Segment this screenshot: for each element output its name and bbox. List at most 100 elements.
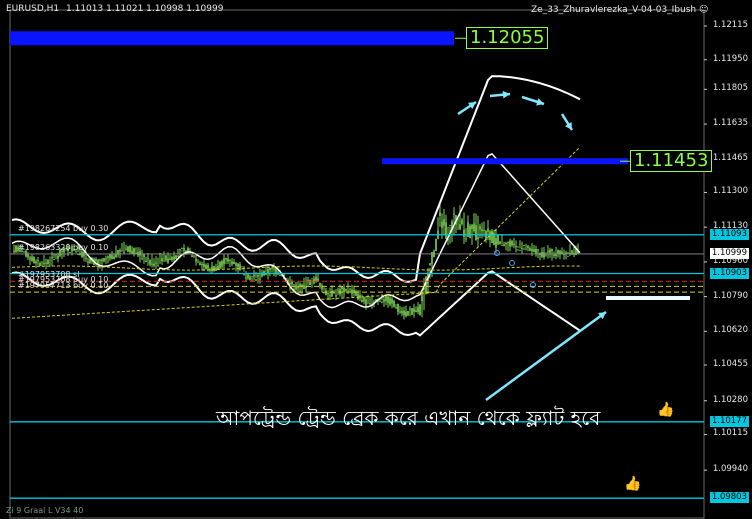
- candle-body: [415, 310, 417, 313]
- thumbs-up-icon: 👍: [624, 476, 642, 492]
- candle-body: [567, 255, 569, 257]
- candle-body: [255, 279, 257, 281]
- candle-body: [175, 255, 177, 260]
- candle-body: [147, 258, 149, 260]
- candle-body: [383, 299, 385, 302]
- candle-body: [543, 252, 545, 258]
- candle-body: [291, 281, 293, 285]
- candle-body: [515, 246, 517, 248]
- candle-body: [253, 274, 255, 277]
- candle-body: [479, 226, 481, 230]
- candle-body: [249, 276, 251, 280]
- candle-body: [237, 263, 239, 268]
- candle-body: [559, 250, 561, 255]
- candle-body: [163, 260, 165, 262]
- thumbs-up-icon: 👍: [657, 402, 675, 418]
- candle-body: [571, 250, 573, 254]
- axis-tick-label: 1.11300: [712, 186, 748, 197]
- candle-body: [299, 283, 301, 286]
- candle-body: [269, 268, 271, 271]
- candle-body: [495, 238, 497, 248]
- candle-body: [203, 263, 205, 267]
- candle-body: [435, 238, 437, 252]
- candle-body: [95, 259, 97, 262]
- moving-average-dashed: [11, 265, 581, 271]
- axis-tick-label: 1.12115: [712, 20, 748, 31]
- candle-body: [509, 240, 511, 247]
- candle-body: [241, 266, 243, 268]
- candle-body: [501, 244, 503, 246]
- candle-body: [505, 243, 507, 245]
- candle-body: [411, 308, 413, 315]
- candle-body: [179, 248, 181, 250]
- price-tag: 1.10903: [709, 267, 749, 279]
- candle-body: [183, 247, 185, 251]
- candle-body: [369, 303, 371, 305]
- candle-body: [507, 241, 509, 244]
- candle-body: [365, 299, 367, 306]
- order-label: #197957713 buy 0.10: [18, 281, 109, 291]
- candle-body: [399, 311, 401, 313]
- candle-body: [213, 265, 215, 272]
- axis-tick-label: 1.10620: [712, 325, 748, 336]
- candle-body: [413, 308, 415, 312]
- axis-tick-label: 1.10455: [712, 359, 748, 370]
- candle-body: [207, 265, 209, 269]
- candle-body: [85, 257, 87, 259]
- candle-body: [151, 263, 153, 265]
- candle-body: [513, 243, 515, 246]
- candle-body: [105, 258, 107, 260]
- order-label: #198263320 buy 0.10: [18, 242, 109, 252]
- candle-body: [357, 293, 359, 300]
- candle-body: [219, 262, 221, 269]
- indicator-header: Ze_33_Zhuravlerezka_V-04-03_Ibush ☺: [531, 5, 708, 15]
- price-tag: 1.09803: [709, 492, 749, 504]
- candle-body: [327, 293, 329, 295]
- arrow-right-icon-head: [502, 90, 510, 99]
- candle-body: [173, 256, 175, 260]
- candle-body: [49, 256, 51, 258]
- candle-body: [53, 258, 55, 260]
- candle-body: [193, 255, 195, 257]
- candle-body: [545, 255, 547, 257]
- candle-body: [231, 261, 233, 265]
- candle-body: [325, 290, 327, 296]
- candle-body: [201, 263, 203, 265]
- candle-body: [149, 259, 151, 265]
- candle-body: [107, 256, 109, 258]
- order-label: #198267254 buy 0.30: [18, 223, 109, 233]
- candle-body: [109, 254, 111, 259]
- candle-body: [111, 255, 113, 260]
- candle-body: [27, 254, 29, 258]
- candle-body: [229, 259, 231, 261]
- candle-body: [503, 244, 505, 247]
- candle-body: [449, 224, 451, 226]
- axis-tick-label: 1.10280: [712, 394, 748, 405]
- candle-body: [337, 289, 339, 291]
- candle-body: [41, 261, 43, 263]
- candle-body: [395, 307, 397, 309]
- candle-body: [139, 251, 141, 256]
- candle-body: [47, 259, 49, 265]
- candle-body: [473, 223, 475, 232]
- price-chart[interactable]: [0, 0, 752, 519]
- candle-body: [133, 247, 135, 255]
- candle-body: [465, 238, 467, 240]
- candle-body: [243, 274, 245, 276]
- candle-body: [551, 249, 553, 252]
- candle-body: [417, 307, 419, 313]
- chart-window[interactable]: EURUSD,H1 1.11013 1.11021 1.10998 1.1099…: [0, 0, 752, 519]
- candle-body: [87, 261, 89, 263]
- candle-body: [397, 303, 399, 312]
- candle-body: [81, 251, 83, 258]
- candle-body: [51, 257, 53, 259]
- candle-body: [69, 252, 71, 254]
- candle-body: [419, 304, 421, 316]
- candle-body: [429, 263, 431, 266]
- candle-body: [29, 257, 31, 260]
- candle-body: [251, 275, 253, 277]
- axis-tick-label: 1.10115: [712, 428, 748, 439]
- candle-body: [363, 297, 365, 302]
- candle-body: [37, 259, 39, 261]
- candle-body: [301, 284, 303, 286]
